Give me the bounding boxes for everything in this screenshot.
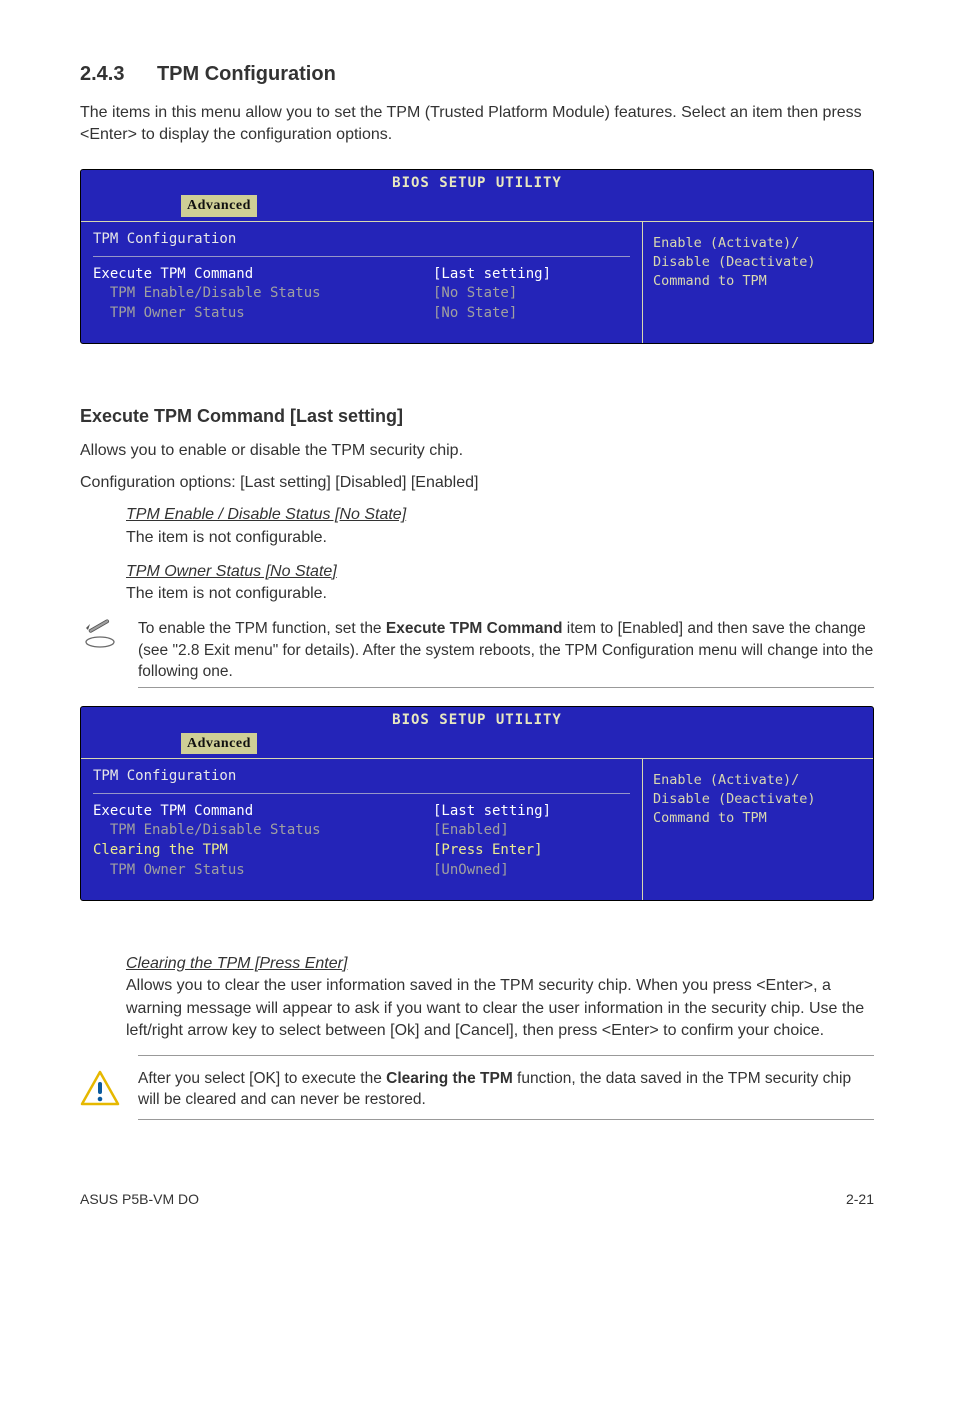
- row-label: Clearing the TPM: [93, 841, 433, 861]
- help-line: Disable (Deactivate): [653, 253, 863, 272]
- row-label: Execute TPM Command: [93, 265, 433, 285]
- item-body: The item is not configurable.: [126, 583, 874, 605]
- bios-screenshot-1: BIOS SETUP UTILITY Advanced TPM Configur…: [80, 169, 874, 345]
- help-line: Disable (Deactivate): [653, 790, 863, 809]
- section-number: 2.4.3: [80, 63, 124, 85]
- section-title: TPM Configuration: [157, 63, 336, 85]
- row-value: [Last setting]: [433, 265, 551, 285]
- warning-icon: [80, 1068, 120, 1115]
- bios-panel-title: TPM Configuration: [93, 230, 630, 250]
- bios-row: TPM Owner Status[No State]: [93, 304, 630, 324]
- item-title: TPM Owner Status [No State]: [126, 561, 874, 583]
- bios-help-panel: Enable (Activate)/ Disable (Deactivate) …: [643, 222, 873, 343]
- help-line: Enable (Activate)/: [653, 234, 863, 253]
- item-title: TPM Enable / Disable Status [No State]: [126, 504, 874, 526]
- body-text: Allows you to enable or disable the TPM …: [80, 440, 874, 462]
- body-text: Configuration options: [Last setting] [D…: [80, 472, 874, 494]
- row-value: [Enabled]: [433, 821, 509, 841]
- bios-title: BIOS SETUP UTILITY: [81, 707, 873, 733]
- bios-row: Execute TPM Command[Last setting]: [93, 265, 630, 285]
- row-label: TPM Enable/Disable Status: [93, 821, 433, 841]
- help-line: Command to TPM: [653, 272, 863, 291]
- warn-span: After you select [OK] to execute the: [138, 1070, 386, 1087]
- note-span: To enable the TPM function, set the: [138, 620, 386, 637]
- help-line: Command to TPM: [653, 809, 863, 828]
- bios-title: BIOS SETUP UTILITY: [81, 170, 873, 196]
- item-body: The item is not configurable.: [126, 527, 874, 549]
- bios-row: TPM Owner Status[UnOwned]: [93, 861, 630, 881]
- footer-page: 2-21: [846, 1190, 874, 1210]
- row-label: TPM Owner Status: [93, 861, 433, 881]
- note-bold: Execute TPM Command: [386, 620, 563, 637]
- bios-row: TPM Enable/Disable Status[No State]: [93, 284, 630, 304]
- bios-tab-advanced: Advanced: [181, 733, 257, 755]
- row-value: [No State]: [433, 284, 517, 304]
- footer-left: ASUS P5B-VM DO: [80, 1190, 199, 1210]
- row-value: [Press Enter]: [433, 841, 543, 861]
- bios-tab-advanced: Advanced: [181, 195, 257, 217]
- bios-help-panel: Enable (Activate)/ Disable (Deactivate) …: [643, 759, 873, 900]
- item-body: Allows you to clear the user information…: [126, 975, 874, 1042]
- bios-row: Execute TPM Command[Last setting]: [93, 802, 630, 822]
- sub-heading: Execute TPM Command [Last setting]: [80, 404, 874, 429]
- warn-bold: Clearing the TPM: [386, 1070, 513, 1087]
- warning-text: After you select [OK] to execute the Cle…: [138, 1068, 874, 1111]
- item-title: Clearing the TPM [Press Enter]: [126, 953, 874, 975]
- row-value: [Last setting]: [433, 802, 551, 822]
- row-label: TPM Enable/Disable Status: [93, 284, 433, 304]
- row-label: TPM Owner Status: [93, 304, 433, 324]
- help-line: Enable (Activate)/: [653, 771, 863, 790]
- row-label: Execute TPM Command: [93, 802, 433, 822]
- intro-text: The items in this menu allow you to set …: [80, 102, 874, 147]
- row-value: [No State]: [433, 304, 517, 324]
- bios-screenshot-2: BIOS SETUP UTILITY Advanced TPM Configur…: [80, 706, 874, 901]
- bios-row: TPM Enable/Disable Status[Enabled]: [93, 821, 630, 841]
- note-icon: [80, 618, 120, 665]
- bios-row: Clearing the TPM[Press Enter]: [93, 841, 630, 861]
- bios-panel-title: TPM Configuration: [93, 767, 630, 787]
- note-text: To enable the TPM function, set the Exec…: [138, 618, 874, 683]
- row-value: [UnOwned]: [433, 861, 509, 881]
